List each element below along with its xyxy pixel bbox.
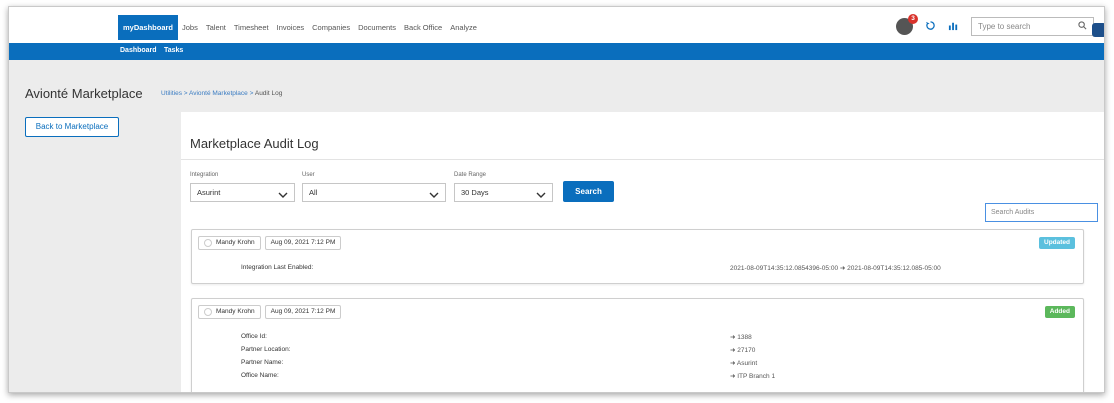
page-header: Avionté Marketplace Utilities > Avionté … <box>9 60 1104 112</box>
subnav-tasks[interactable]: Tasks <box>164 47 183 54</box>
entry-field-value: ➜ 1388 <box>730 334 752 341</box>
chevron-down-icon <box>429 188 439 205</box>
entry-field-label: Office Id: <box>241 333 267 340</box>
nav-item-analyze[interactable]: Analyze <box>446 19 481 36</box>
entry-field-value: ➜ ITP Branch 1 <box>730 373 776 380</box>
top-right-tools: 3 Type to search <box>896 14 1094 36</box>
entry-user: Mandy Krohn <box>216 308 255 315</box>
entry-field-value: ➜ Asurint <box>730 360 758 367</box>
breadcrumb: Utilities > Avionté Marketplace > Audit … <box>161 90 283 97</box>
search-icon <box>1078 21 1087 32</box>
app-window: myDashboard Jobs Talent Timesheet Invoic… <box>8 6 1105 393</box>
audit-entry: Mandy Krohn Aug 09, 2021 7:12 PM Updated… <box>191 229 1084 284</box>
divider <box>181 159 1104 160</box>
user-circle-icon <box>204 239 212 247</box>
user-circle-icon <box>204 308 212 316</box>
nav-item-timesheet[interactable]: Timesheet <box>230 19 273 36</box>
entry-field-value: 2021-08-09T14:35:12.0854396-05:00 ➜ 2021… <box>730 265 941 272</box>
main-content: Marketplace Audit Log Integration Asurin… <box>181 112 1104 392</box>
chevron-down-icon <box>278 188 288 205</box>
app-title: Avionté Marketplace <box>25 86 143 101</box>
user-chip: Mandy Krohn <box>198 236 261 250</box>
nav-item-companies[interactable]: Companies <box>308 19 354 36</box>
top-navbar: myDashboard Jobs Talent Timesheet Invoic… <box>9 7 1104 43</box>
status-badge: Updated <box>1039 237 1075 249</box>
date-chip: Aug 09, 2021 7:12 PM <box>264 305 342 319</box>
entry-date: Aug 09, 2021 7:12 PM <box>270 239 336 246</box>
integration-value: Asurint <box>197 188 221 197</box>
subnav-dashboard[interactable]: Dashboard <box>120 47 157 54</box>
user-value: All <box>309 188 318 197</box>
global-search-input[interactable]: Type to search <box>971 17 1094 36</box>
notification-badge: 3 <box>908 14 918 24</box>
audit-entry: Mandy Krohn Aug 09, 2021 7:12 PM Added O… <box>191 298 1084 392</box>
nav-item-invoices[interactable]: Invoices <box>273 19 309 36</box>
integration-label: Integration <box>190 172 219 178</box>
date-range-label: Date Range <box>454 172 487 178</box>
global-search-placeholder: Type to search <box>978 22 1031 31</box>
date-range-select[interactable]: 30 Days <box>454 183 553 202</box>
entry-field-value: ➜ 27170 <box>730 347 756 354</box>
main-nav: myDashboard Jobs Talent Timesheet Invoic… <box>118 15 481 43</box>
user-select[interactable]: All <box>302 183 446 202</box>
entry-field-label: Partner Location: <box>241 346 291 353</box>
entry-field-label: Office Name: <box>241 372 279 379</box>
brand-logo-icon <box>1092 23 1104 37</box>
entry-user: Mandy Krohn <box>216 239 255 246</box>
entry-date: Aug 09, 2021 7:12 PM <box>270 308 336 315</box>
entry-field-label: Integration Last Enabled: <box>241 264 314 271</box>
back-to-marketplace-button[interactable]: Back to Marketplace <box>25 117 119 137</box>
sub-navbar: Dashboard Tasks <box>9 43 1104 60</box>
breadcrumb-audit-log: Audit Log <box>254 90 283 97</box>
status-badge: Added <box>1044 306 1075 318</box>
user-avatar[interactable]: 3 <box>896 14 918 35</box>
nav-item-mydashboard[interactable]: myDashboard <box>118 15 179 40</box>
chevron-down-icon <box>536 188 546 205</box>
breadcrumb-marketplace[interactable]: Avionté Marketplace <box>189 90 248 97</box>
nav-item-talent[interactable]: Talent <box>202 19 230 36</box>
user-chip: Mandy Krohn <box>198 305 261 319</box>
user-label: User <box>302 172 315 178</box>
audit-search-input[interactable]: Search Audits <box>985 203 1098 222</box>
audit-entry-header: Mandy Krohn Aug 09, 2021 7:12 PM <box>198 236 345 250</box>
breadcrumb-utilities[interactable]: Utilities <box>161 90 182 97</box>
nav-item-documents[interactable]: Documents <box>354 19 400 36</box>
analytics-icon[interactable] <box>948 18 959 36</box>
nav-item-jobs[interactable]: Jobs <box>178 19 202 36</box>
left-sidebar: Back to Marketplace <box>9 112 181 392</box>
date-chip: Aug 09, 2021 7:12 PM <box>264 236 342 250</box>
date-range-value: 30 Days <box>461 188 489 197</box>
refresh-icon[interactable] <box>925 18 936 36</box>
audit-entry-header: Mandy Krohn Aug 09, 2021 7:12 PM <box>198 305 345 319</box>
search-button[interactable]: Search <box>563 181 614 202</box>
integration-select[interactable]: Asurint <box>190 183 295 202</box>
nav-item-back-office[interactable]: Back Office <box>400 19 446 36</box>
entry-field-label: Partner Name: <box>241 359 284 366</box>
page-title: Marketplace Audit Log <box>190 136 319 151</box>
